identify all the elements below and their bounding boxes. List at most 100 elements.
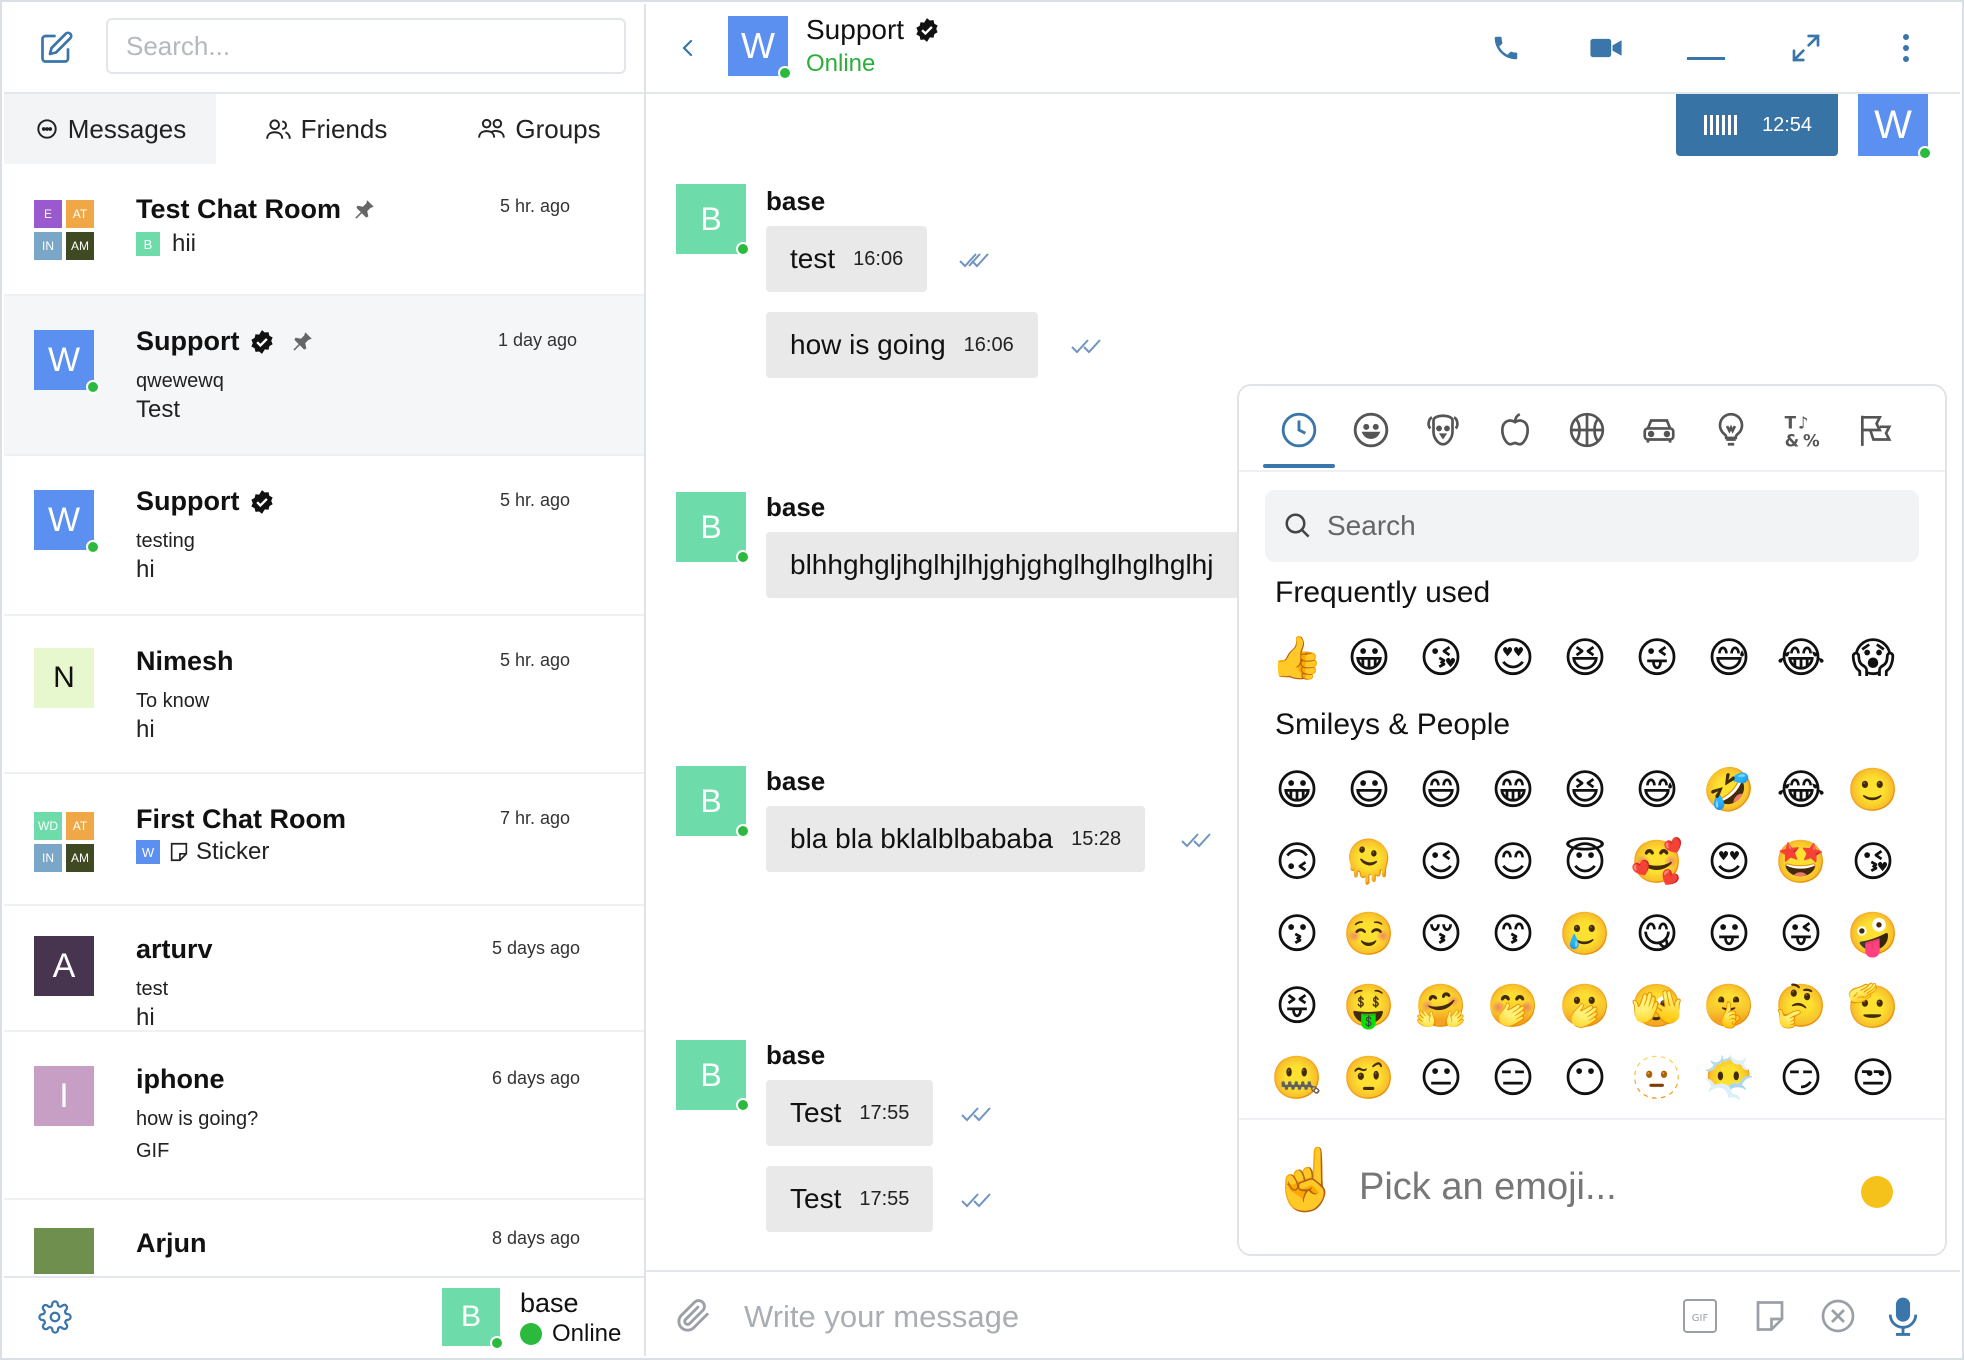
emoji[interactable]: 🤗 — [1405, 970, 1477, 1042]
flags-category-icon[interactable] — [1851, 406, 1899, 454]
emoji-laughing[interactable]: 😆 — [1549, 622, 1621, 694]
emoji[interactable]: 😋 — [1621, 898, 1693, 970]
skin-tone-selector[interactable] — [1861, 1176, 1893, 1208]
message-input[interactable] — [742, 1294, 1606, 1340]
emoji[interactable]: 😚 — [1405, 898, 1477, 970]
emoji[interactable]: 😅 — [1621, 754, 1693, 826]
emoji[interactable]: 😑 — [1477, 1042, 1549, 1114]
emoji[interactable]: 🫡 — [1837, 970, 1909, 1042]
message-bubble[interactable]: how is going 16:06 — [766, 312, 1038, 378]
tab-groups[interactable]: Groups — [434, 94, 644, 164]
search-input[interactable] — [106, 18, 626, 74]
gif-icon[interactable]: GIF — [1682, 1298, 1718, 1339]
message-bubble[interactable]: Test 17:55 — [766, 1080, 934, 1146]
emoji[interactable]: 😘 — [1837, 826, 1909, 898]
emoji[interactable]: 😜 — [1765, 898, 1837, 970]
emoji[interactable]: 😃 — [1333, 754, 1405, 826]
emoji[interactable]: 🤭 — [1477, 970, 1549, 1042]
smiley-category-icon[interactable] — [1347, 406, 1395, 454]
chat-item[interactable]: Arjun 8 days ago — [4, 1200, 644, 1274]
message-bubble[interactable]: test 16:06 — [766, 226, 928, 292]
emoji[interactable]: 🤩 — [1765, 826, 1837, 898]
emoji[interactable]: 😗 — [1261, 898, 1333, 970]
close-emoji-icon[interactable] — [1820, 1298, 1856, 1339]
symbols-category-icon[interactable]: T ♪ &% — [1779, 406, 1827, 454]
emoji-search-input[interactable] — [1325, 509, 1889, 543]
emoji-grinning[interactable]: 😀 — [1333, 622, 1405, 694]
message-bubble[interactable]: Test 17:55 — [766, 1166, 934, 1232]
emoji[interactable]: 🫥 — [1621, 1042, 1693, 1114]
more-options-icon[interactable] — [1886, 28, 1926, 68]
emoji[interactable]: 😄 — [1405, 754, 1477, 826]
emoji[interactable]: 🤔 — [1765, 970, 1837, 1042]
tab-messages[interactable]: Messages — [4, 94, 216, 164]
activity-category-icon[interactable] — [1563, 406, 1611, 454]
emoji[interactable]: 🤫 — [1693, 970, 1765, 1042]
emoji-thumbs-up[interactable]: 👍 — [1261, 622, 1333, 694]
emoji[interactable]: 🫢 — [1549, 970, 1621, 1042]
chat-item[interactable]: I iphone 6 days ago how is going? GIF — [4, 1032, 644, 1200]
chat-item[interactable]: A arturv 5 days ago test hi — [4, 906, 644, 1032]
back-icon[interactable] — [668, 28, 708, 68]
attachment-icon[interactable] — [674, 1296, 712, 1339]
emoji-joy[interactable]: 😂 — [1765, 622, 1837, 694]
emoji[interactable]: 😶 — [1549, 1042, 1621, 1114]
left-panel: Messages Friends Groups E AT IN AM Test … — [4, 4, 646, 1358]
emoji[interactable]: 🤨 — [1333, 1042, 1405, 1114]
tab-friends[interactable]: Friends — [220, 94, 432, 164]
emoji-winking-tongue[interactable]: 😜 — [1621, 622, 1693, 694]
chat-item[interactable]: WD AT IN AM First Chat Room 7 hr. ago W … — [4, 774, 644, 906]
emoji[interactable]: 😒 — [1837, 1042, 1909, 1114]
travel-category-icon[interactable] — [1635, 406, 1683, 454]
microphone-icon[interactable] — [1886, 1296, 1920, 1341]
emoji[interactable]: 😛 — [1693, 898, 1765, 970]
emoji[interactable]: 😙 — [1477, 898, 1549, 970]
emoji[interactable]: 😀 — [1261, 754, 1333, 826]
emoji[interactable]: 🥰 — [1621, 826, 1693, 898]
emoji[interactable]: 😝 — [1261, 970, 1333, 1042]
compose-icon[interactable] — [38, 30, 78, 70]
message-bubble[interactable]: bla bla bklalblbababa 15:28 — [766, 806, 1146, 872]
emoji[interactable]: 🤑 — [1333, 970, 1405, 1042]
sticker-icon[interactable] — [1752, 1298, 1788, 1339]
chat-item[interactable]: W Support 5 hr. ago testing hi — [4, 456, 644, 616]
emoji[interactable]: 😊 — [1477, 826, 1549, 898]
emoji[interactable]: 😐 — [1405, 1042, 1477, 1114]
emoji-heart-eyes[interactable]: 😍 — [1477, 622, 1549, 694]
emoji[interactable]: 😆 — [1549, 754, 1621, 826]
emoji[interactable]: 😇 — [1549, 826, 1621, 898]
emoji[interactable]: 🙂 — [1837, 754, 1909, 826]
food-category-icon[interactable] — [1491, 406, 1539, 454]
emoji[interactable]: 😁 — [1477, 754, 1549, 826]
outgoing-message[interactable]: 12:54 — [1676, 94, 1838, 156]
emoji[interactable]: ☺️ — [1333, 898, 1405, 970]
emoji[interactable]: 🫣 — [1621, 970, 1693, 1042]
emoji-sweat-smile[interactable]: 😅 — [1693, 622, 1765, 694]
animal-category-icon[interactable] — [1419, 406, 1467, 454]
emoji[interactable]: 🫠 — [1333, 826, 1405, 898]
phone-icon[interactable] — [1486, 28, 1526, 68]
emoji[interactable]: 🥲 — [1549, 898, 1621, 970]
emoji[interactable]: 😶‍🌫️ — [1693, 1042, 1765, 1114]
contact-avatar[interactable]: W — [728, 16, 788, 76]
chat-item[interactable]: N Nimesh 5 hr. ago To know hi — [4, 616, 644, 774]
emoji[interactable]: 🤐 — [1261, 1042, 1333, 1114]
emoji-scream[interactable]: 😱 — [1837, 622, 1909, 694]
chat-last-text: hi — [136, 716, 155, 743]
emoji[interactable]: 🙃 — [1261, 826, 1333, 898]
video-call-icon[interactable] — [1586, 28, 1626, 68]
emoji[interactable]: 😂 — [1765, 754, 1837, 826]
emoji[interactable]: 😉 — [1405, 826, 1477, 898]
emoji[interactable]: 🤣 — [1693, 754, 1765, 826]
expand-icon[interactable] — [1786, 28, 1826, 68]
emoji-kiss[interactable]: 😘 — [1405, 622, 1477, 694]
minimize-icon[interactable] — [1686, 28, 1726, 68]
emoji[interactable]: 🤪 — [1837, 898, 1909, 970]
objects-category-icon[interactable] — [1707, 406, 1755, 454]
chat-item[interactable]: E AT IN AM Test Chat Room 5 hr. ago B hi… — [4, 164, 644, 296]
recent-category-icon[interactable] — [1275, 406, 1323, 454]
emoji[interactable]: 😏 — [1765, 1042, 1837, 1114]
settings-icon[interactable] — [38, 1300, 72, 1339]
chat-item[interactable]: W Support 1 day ago qwewewq Test — [4, 296, 644, 456]
emoji[interactable]: 😍 — [1693, 826, 1765, 898]
